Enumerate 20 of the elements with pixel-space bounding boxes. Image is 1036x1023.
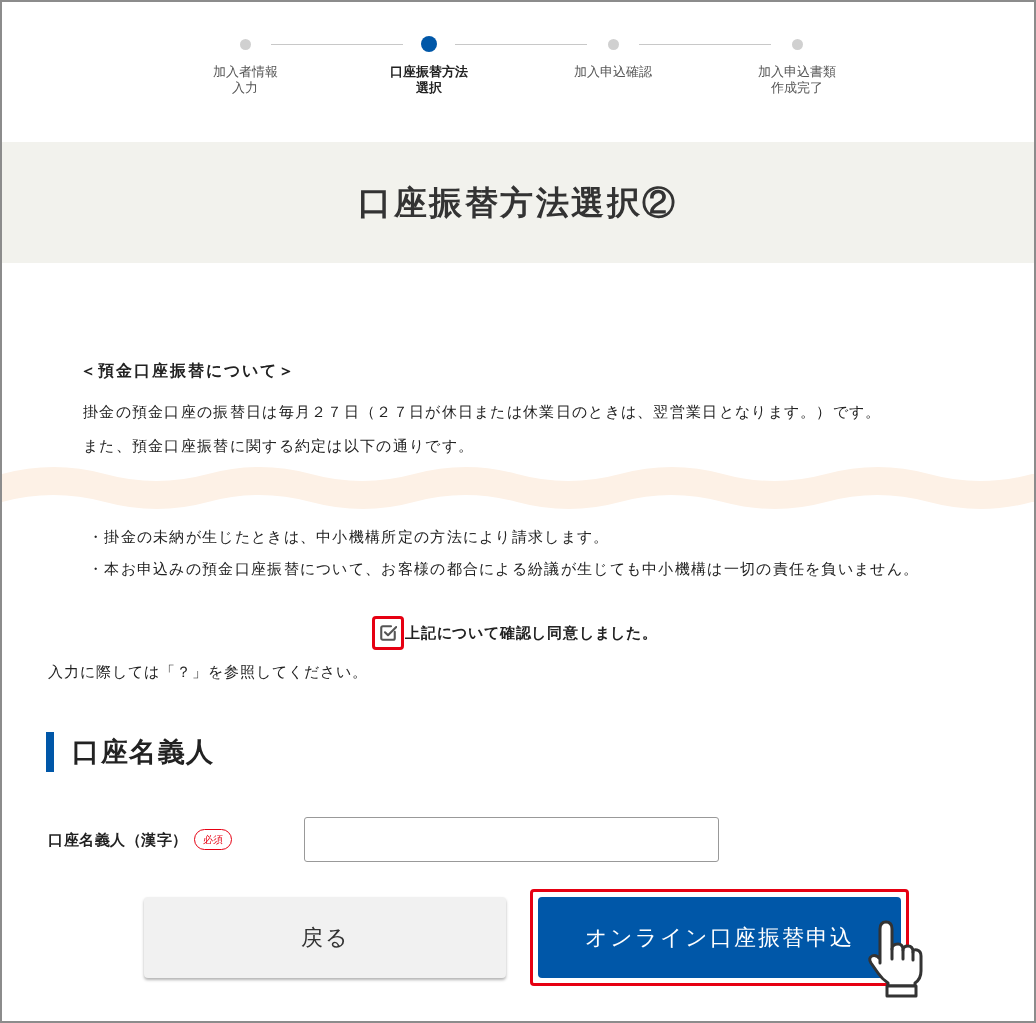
back-button[interactable]: 戻る: [144, 897, 506, 978]
notice-text: また、預金口座振替に関する約定は以下の通りです。: [83, 436, 476, 456]
page-title: 口座振替方法選択②: [358, 182, 678, 223]
submit-button[interactable]: オンライン口座振替申込: [538, 897, 901, 978]
step-label: 加入申込確認: [574, 64, 652, 81]
terms-item: ・本お申込みの預金口座振替について、お客様の都合による紛議が生じても中小機構は一切の責任を負いません。: [88, 559, 921, 579]
heading-accent-bar: [46, 732, 54, 772]
step-label: 加入申込書類 作成完了: [758, 64, 836, 96]
help-note: 入力に際しては「？」を参照してください。: [48, 662, 369, 682]
name-input-field[interactable]: [304, 817, 719, 862]
field-label: 口座名義人（漢字）: [48, 829, 188, 850]
notice-heading: ＜預金口座振替について＞: [80, 361, 297, 381]
notice-text: 掛金の預金口座の振替日は毎月２７日（２７日が休日または休業日のときは、翌営業日となります。）です。: [83, 402, 883, 422]
step-label: 加入者情報 入力: [212, 64, 278, 96]
section-heading: 口座名義人: [72, 736, 215, 769]
agreement-label: 上記について確認し同意しました。: [405, 623, 658, 643]
step-label: 口座振替方法 選択: [390, 64, 468, 96]
hand-pointer-icon: [867, 919, 923, 999]
checked-checkbox-icon[interactable]: [379, 624, 398, 642]
terms-item: ・掛金の未納が生じたときは、中小機構所定の方法により請求します。: [88, 527, 611, 547]
